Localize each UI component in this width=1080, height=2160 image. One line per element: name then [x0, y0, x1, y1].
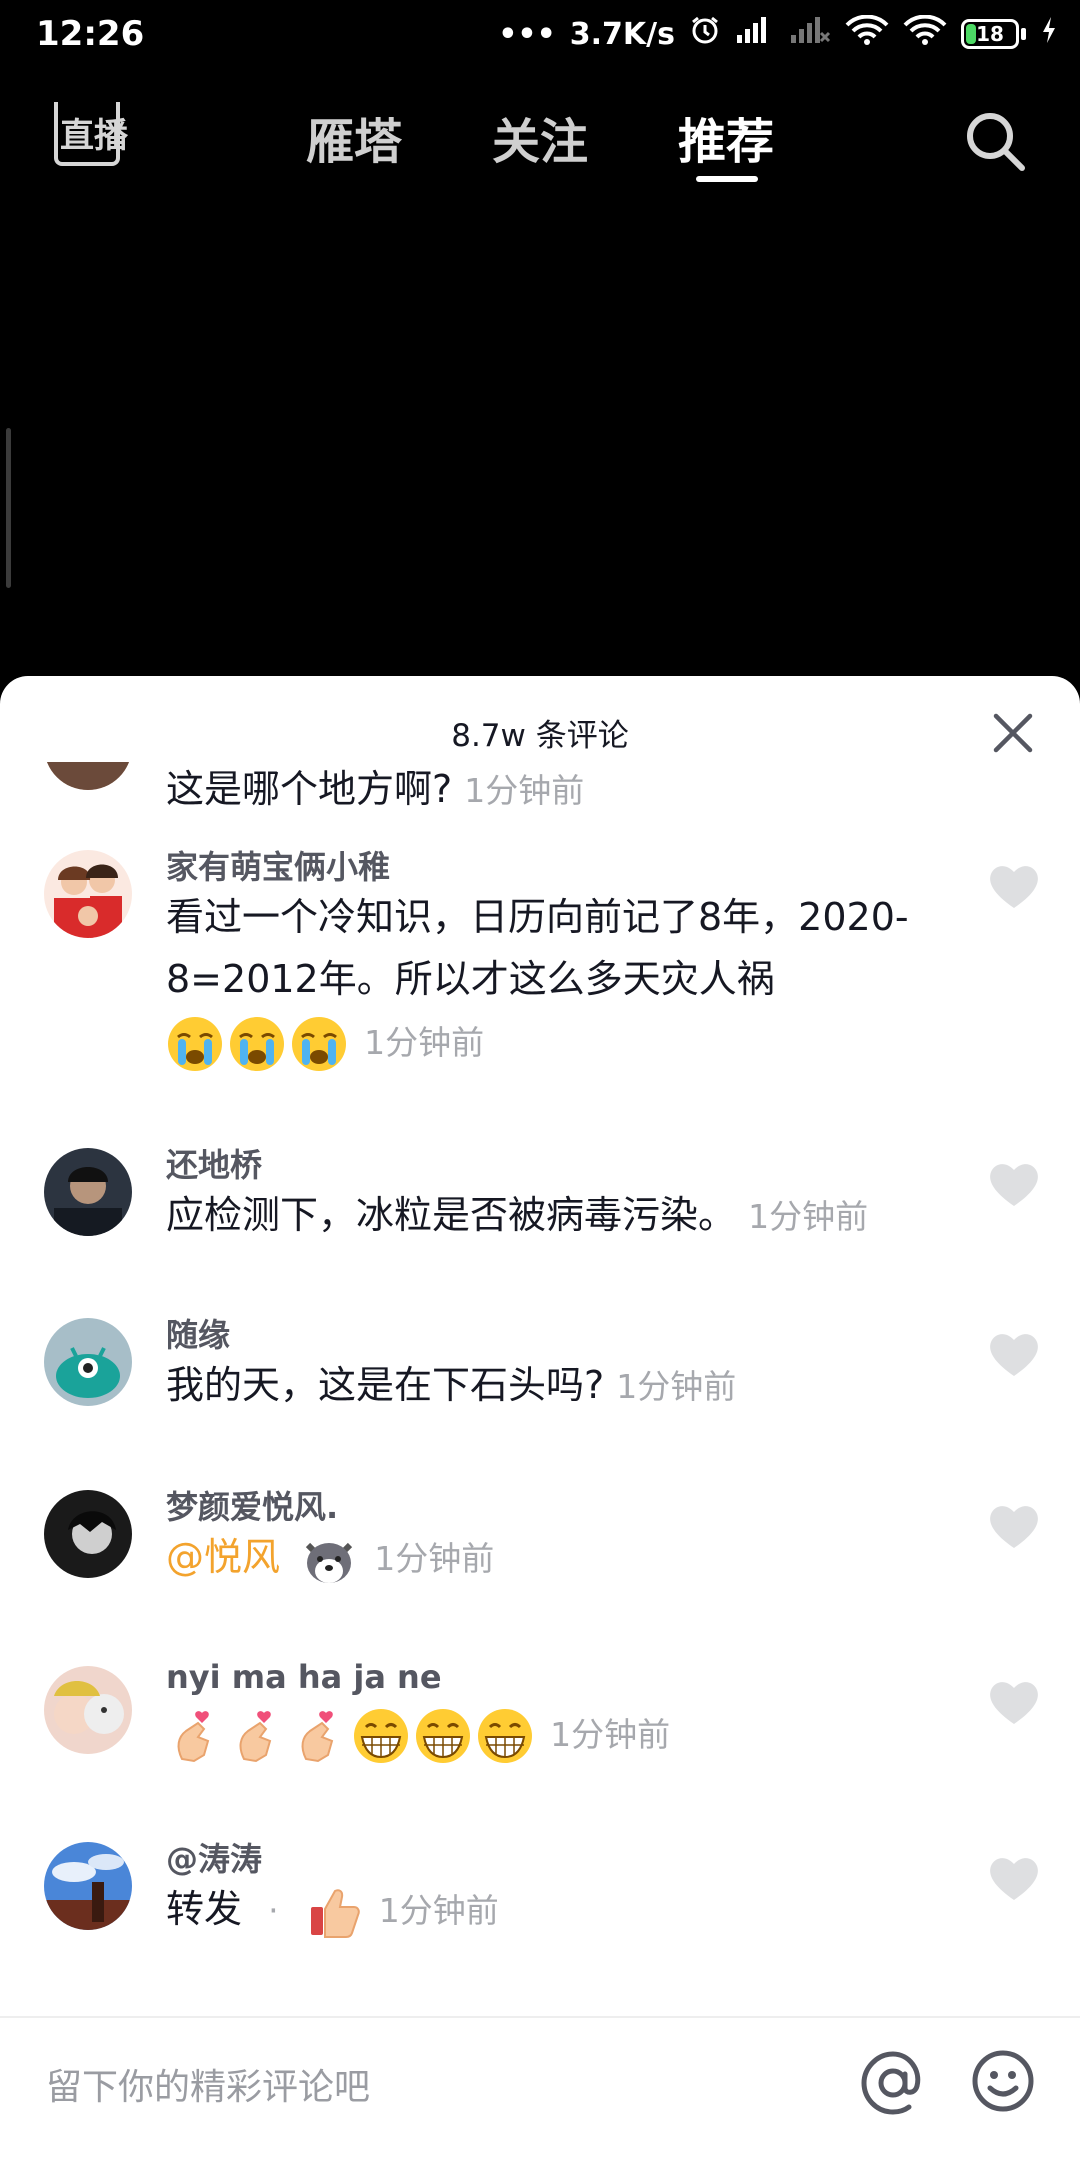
heart-icon[interactable] — [988, 862, 1040, 910]
search-icon[interactable] — [962, 108, 1028, 174]
heart-icon[interactable] — [988, 1330, 1040, 1378]
comment-input-bar — [0, 2016, 1080, 2160]
heart-icon[interactable] — [988, 1502, 1040, 1550]
crying-emoji — [292, 1016, 346, 1071]
network-speed: 3.7K/s — [569, 16, 675, 52]
comment-author[interactable]: @涛涛 — [166, 1834, 262, 1880]
heart-icon[interactable] — [988, 1160, 1040, 1208]
close-icon[interactable] — [990, 710, 1036, 756]
comment-author[interactable]: 随缘 — [166, 1310, 230, 1356]
avatar[interactable] — [44, 1148, 132, 1236]
dots-icon: ••• — [498, 16, 556, 52]
active-tab-indicator — [696, 176, 758, 182]
tab-following[interactable]: 关注 — [492, 102, 588, 172]
crying-emoji — [168, 1016, 222, 1071]
avatar[interactable] — [44, 762, 132, 790]
comment-body: 我的天，这是在下石头吗? — [166, 1363, 605, 1407]
comment-sheet: 8.7w 条评论 这是哪个地方啊? 1分钟前 家有萌宝俩小稚 看过一个冷知识，日… — [0, 676, 1080, 2160]
comment-time: 1分钟前 — [550, 1715, 671, 1754]
husky-emoji — [305, 1542, 353, 1583]
heart-icon[interactable] — [988, 1678, 1040, 1726]
comment-text: 我的天，这是在下石头吗? 1分钟前 — [166, 1354, 936, 1418]
avatar[interactable] — [44, 850, 132, 938]
tab-yanta[interactable]: 雁塔 — [306, 102, 402, 172]
comment-author[interactable]: 还地桥 — [166, 1140, 262, 1186]
top-navigation: 直播 雁塔 关注 推荐 — [0, 96, 1080, 186]
crying-emoji — [230, 1016, 284, 1071]
comment-time: 1分钟前 — [616, 1367, 737, 1406]
avatar[interactable] — [44, 1490, 132, 1578]
comment-input[interactable] — [44, 2056, 828, 2118]
comment-time: 1分钟前 — [364, 1023, 485, 1062]
signal-icon — [735, 15, 775, 53]
comment-time: 1分钟前 — [748, 1197, 869, 1236]
comment-count-title: 8.7w 条评论 — [451, 718, 629, 754]
comment-text: 看过一个冷知识，日历向前记了8年，2020-8=2012年。所以才这么多天灾人祸… — [166, 886, 936, 1074]
wifi-icon — [903, 14, 947, 53]
finger-heart-emoji — [301, 1710, 334, 1762]
separator-dot: · — [268, 1891, 279, 1930]
avatar[interactable] — [44, 1842, 132, 1930]
wifi-icon — [845, 14, 889, 53]
thumbs-up-emoji — [310, 1888, 360, 1938]
comment-list[interactable]: 这是哪个地方啊? 1分钟前 家有萌宝俩小稚 看过一个冷知识，日历向前记了8年，2… — [0, 762, 1080, 2012]
grin-emoji — [478, 1708, 532, 1763]
status-bar: 12:26 ••• 3.7K/s 18 — [0, 0, 1080, 80]
avatar[interactable] — [44, 1666, 132, 1754]
at-mention-icon[interactable] — [858, 2048, 928, 2118]
finger-heart-emoji — [177, 1710, 210, 1762]
status-icons: ••• 3.7K/s 18 — [498, 14, 1058, 54]
comment-body: 应检测下，冰粒是否被病毒污染。 — [166, 1193, 737, 1237]
heart-icon[interactable] — [988, 1854, 1040, 1902]
comment-text: 1分钟前 — [166, 1702, 936, 1766]
tab-recommended[interactable]: 推荐 — [678, 102, 774, 172]
comment-text: @悦风 1分钟前 — [166, 1526, 936, 1590]
finger-heart-emoji — [239, 1710, 272, 1762]
comment-body: 看过一个冷知识，日历向前记了8年，2020-8=2012年。所以才这么多天灾人祸 — [166, 895, 909, 1001]
comment-author[interactable]: nyi ma ha ja ne — [166, 1658, 442, 1696]
comment-author[interactable]: 梦颜爱悦风. — [166, 1482, 338, 1528]
battery-level: 18 — [976, 22, 1004, 46]
tab-bar: 雁塔 关注 推荐 — [0, 96, 1080, 186]
comment-body: 这是哪个地方啊? — [166, 767, 453, 811]
status-time: 12:26 — [36, 14, 145, 54]
comment-time: 1分钟前 — [464, 771, 585, 810]
charging-icon — [1040, 15, 1058, 53]
comment-text: 转发 · 1分钟前 — [166, 1878, 936, 1942]
comment-author[interactable]: 家有萌宝俩小稚 — [166, 842, 390, 888]
battery-icon: 18 — [961, 19, 1026, 49]
alarm-icon — [689, 14, 721, 54]
comment-text: 应检测下，冰粒是否被病毒污染。 1分钟前 — [166, 1184, 936, 1248]
comment-text: 这是哪个地方啊? 1分钟前 — [166, 762, 936, 822]
comment-time: 1分钟前 — [374, 1539, 495, 1578]
grin-emoji — [416, 1708, 470, 1763]
grin-emoji — [354, 1708, 408, 1763]
comment-body: 转发 — [166, 1887, 243, 1931]
avatar[interactable] — [44, 1318, 132, 1406]
smiley-icon[interactable] — [970, 2048, 1036, 2114]
screen: 12:26 ••• 3.7K/s 18 直播 雁塔 关注 推荐 8.7w 条评论… — [0, 0, 1080, 2160]
scroll-indicator — [6, 428, 11, 588]
signal-off-icon — [789, 15, 831, 53]
mention-link[interactable]: @悦风 — [166, 1535, 280, 1579]
comment-time: 1分钟前 — [378, 1891, 499, 1930]
